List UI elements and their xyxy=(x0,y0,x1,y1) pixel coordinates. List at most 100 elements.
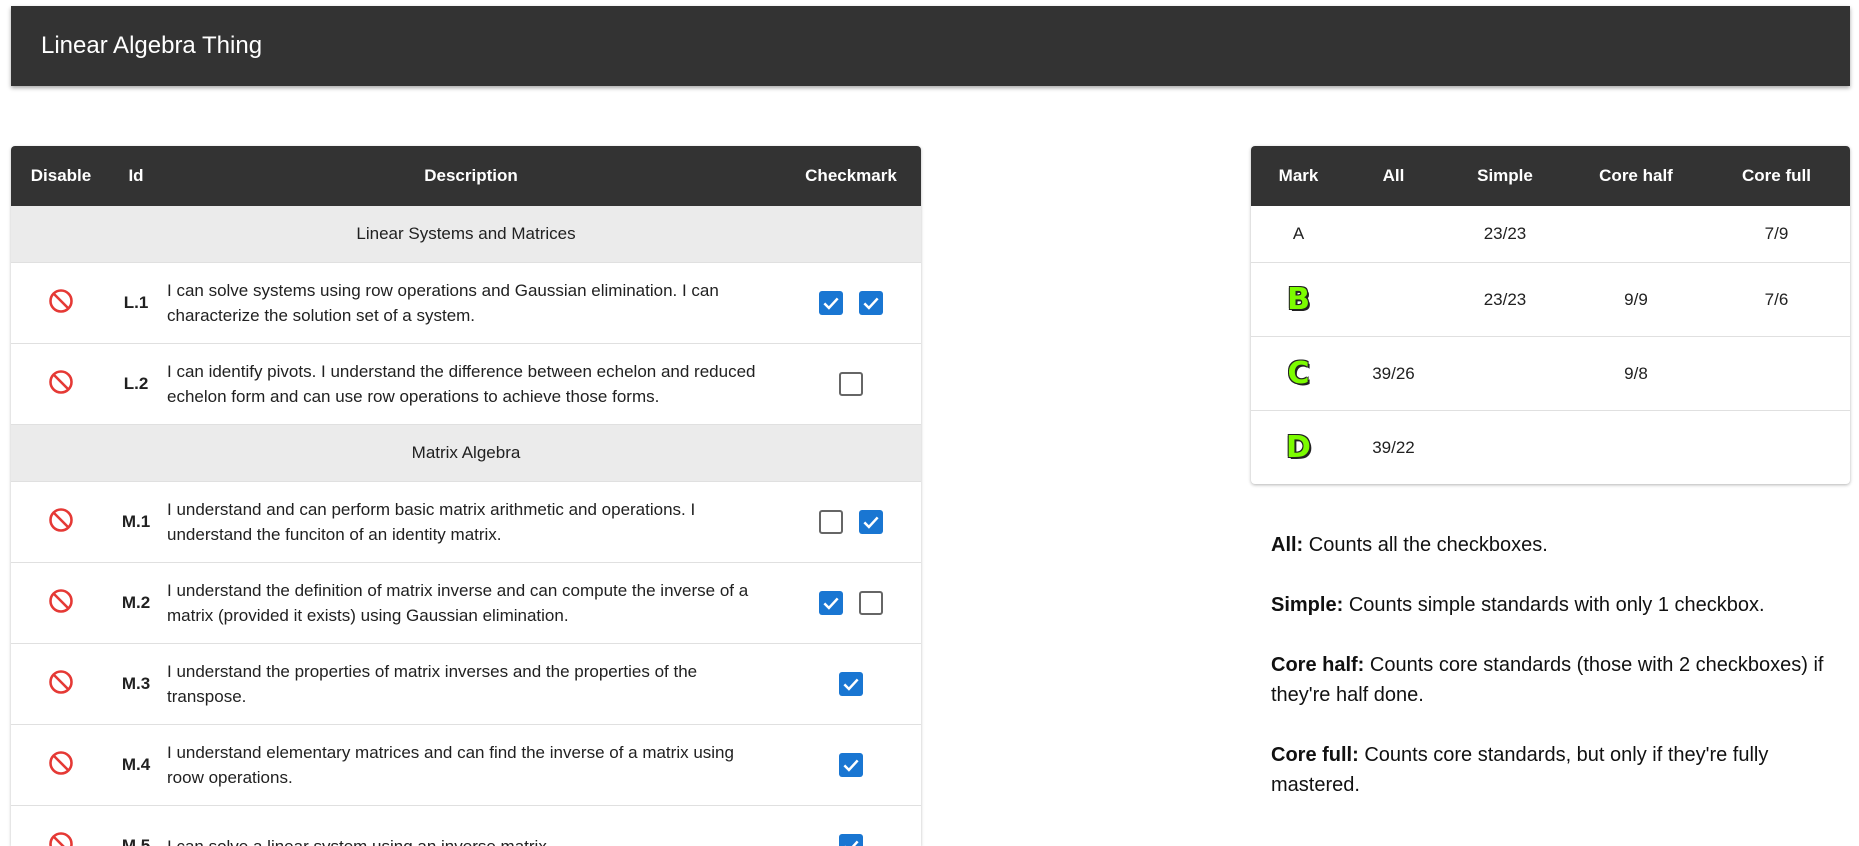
header-simple: Simple xyxy=(1441,166,1569,186)
standard-description: I understand elementary matrices and can… xyxy=(161,740,781,790)
checkbox-group xyxy=(781,753,921,777)
checkbox-unchecked-icon[interactable] xyxy=(819,510,843,534)
mark-value: 39/26 xyxy=(1372,364,1415,383)
standard-description: I can solve a linear system using an inv… xyxy=(161,834,781,846)
standard-id: M.1 xyxy=(111,512,161,532)
standard-row: L.1I can solve systems using row operati… xyxy=(11,263,921,344)
standard-description: I understand and can perform basic matri… xyxy=(161,497,781,547)
standard-row: M.2I understand the definition of matrix… xyxy=(11,563,921,644)
mark-value: 9/8 xyxy=(1624,364,1648,383)
mark-cell-core-half: 9/8 xyxy=(1569,364,1703,384)
legend-term: Core full: xyxy=(1271,744,1359,766)
checkmark-cell xyxy=(781,291,921,315)
checkbox-group xyxy=(781,834,921,846)
mark-letter: C xyxy=(1287,356,1309,391)
marks-table: Mark All Simple Core half Core full A 23/… xyxy=(1251,146,1850,484)
standard-description: I understand the definition of matrix in… xyxy=(161,578,781,628)
standard-id: M.5 xyxy=(111,836,161,846)
mark-row: C 39/26 9/8 xyxy=(1251,337,1850,411)
mark-cell-simple: 23/23 xyxy=(1441,290,1569,310)
standard-description: I understand the properties of matrix in… xyxy=(161,659,781,709)
header-description: Description xyxy=(161,166,781,186)
checkmark-cell xyxy=(781,834,921,846)
standard-row: M.1I understand and can perform basic ma… xyxy=(11,482,921,563)
mark-value: 7/9 xyxy=(1765,224,1789,243)
checkbox-group xyxy=(781,510,921,534)
checkbox-group xyxy=(781,372,921,396)
standard-id: M.3 xyxy=(111,674,161,694)
block-icon[interactable] xyxy=(47,587,75,615)
checkbox-checked-icon[interactable] xyxy=(819,291,843,315)
section-title: Linear Systems and Matrices xyxy=(356,224,575,244)
standards-table-body: Linear Systems and MatricesL.1I can solv… xyxy=(11,206,921,846)
checkbox-checked-icon[interactable] xyxy=(839,753,863,777)
mark-cell-core-half: 9/9 xyxy=(1569,290,1703,310)
checkbox-checked-icon[interactable] xyxy=(859,510,883,534)
standard-row: M.3I understand the properties of matrix… xyxy=(11,644,921,725)
standard-id: M.4 xyxy=(111,755,161,775)
header-core-half: Core half xyxy=(1569,166,1703,186)
marks-table-header: Mark All Simple Core half Core full xyxy=(1251,146,1850,206)
mark-cell-simple: 23/23 xyxy=(1441,224,1569,244)
checkbox-checked-icon[interactable] xyxy=(859,291,883,315)
mark-value: 39/22 xyxy=(1372,438,1415,457)
standard-row: M.4I understand elementary matrices and … xyxy=(11,725,921,806)
disable-cell xyxy=(11,749,111,782)
block-icon[interactable] xyxy=(47,749,75,777)
mark-cell-all: 39/22 xyxy=(1346,438,1441,458)
checkbox-checked-icon[interactable] xyxy=(839,834,863,846)
block-icon[interactable] xyxy=(47,506,75,534)
block-icon[interactable] xyxy=(47,830,75,846)
mark-cell-mark: B xyxy=(1251,282,1346,317)
mark-row: B 23/23 9/9 7/6 xyxy=(1251,263,1850,337)
block-icon[interactable] xyxy=(47,668,75,696)
legend-term: Core half: xyxy=(1271,654,1364,676)
legend-item: Core full: Counts core standards, but on… xyxy=(1271,740,1841,800)
checkbox-unchecked-icon[interactable] xyxy=(839,372,863,396)
checkmark-cell xyxy=(781,510,921,534)
section-title: Matrix Algebra xyxy=(412,443,521,463)
section-header-row: Matrix Algebra xyxy=(11,425,921,482)
standard-id: M.2 xyxy=(111,593,161,613)
mark-value: 7/6 xyxy=(1765,290,1789,309)
checkbox-unchecked-icon[interactable] xyxy=(859,591,883,615)
standard-id: L.1 xyxy=(111,293,161,313)
legend-item: Simple: Counts simple standards with onl… xyxy=(1271,590,1841,620)
disable-cell xyxy=(11,668,111,701)
mark-value: 23/23 xyxy=(1484,290,1527,309)
checkmark-cell xyxy=(781,672,921,696)
mark-letter: D xyxy=(1286,430,1311,465)
disable-cell xyxy=(11,506,111,539)
mark-cell-mark: A xyxy=(1251,224,1346,244)
legend-term: Simple: xyxy=(1271,594,1343,616)
legend-text: Counts simple standards with only 1 chec… xyxy=(1349,594,1765,616)
disable-cell xyxy=(11,587,111,620)
mark-cell-core-full: 7/9 xyxy=(1703,224,1850,244)
disable-cell xyxy=(11,287,111,320)
standard-row: L.2I can identify pivots. I understand t… xyxy=(11,344,921,425)
mark-value: 23/23 xyxy=(1484,224,1527,243)
legend-item: Core half: Counts core standards (those … xyxy=(1271,650,1841,710)
checkmark-cell xyxy=(781,591,921,615)
header-id: Id xyxy=(111,166,161,186)
mark-row: D 39/22 xyxy=(1251,411,1850,484)
checkbox-checked-icon[interactable] xyxy=(819,591,843,615)
mark-letter: B xyxy=(1287,282,1310,317)
block-icon[interactable] xyxy=(47,287,75,315)
block-icon[interactable] xyxy=(47,368,75,396)
mark-cell-mark: D xyxy=(1251,430,1346,465)
standards-table: Disable Id Description Checkmark Linear … xyxy=(11,146,921,846)
disable-cell xyxy=(11,368,111,401)
standard-row: M.5I can solve a linear system using an … xyxy=(11,806,921,846)
mark-value: 9/9 xyxy=(1624,290,1648,309)
standard-description: I can identify pivots. I understand the … xyxy=(161,359,781,409)
checkbox-checked-icon[interactable] xyxy=(839,672,863,696)
header-all: All xyxy=(1346,166,1441,186)
legend-text: Counts all the checkboxes. xyxy=(1309,534,1548,556)
app-bar: Linear Algebra Thing xyxy=(11,6,1850,86)
app-title: Linear Algebra Thing xyxy=(41,6,262,86)
mark-cell-core-full: 7/6 xyxy=(1703,290,1850,310)
standard-id: L.2 xyxy=(111,374,161,394)
disable-cell xyxy=(11,830,111,846)
checkmark-cell xyxy=(781,753,921,777)
